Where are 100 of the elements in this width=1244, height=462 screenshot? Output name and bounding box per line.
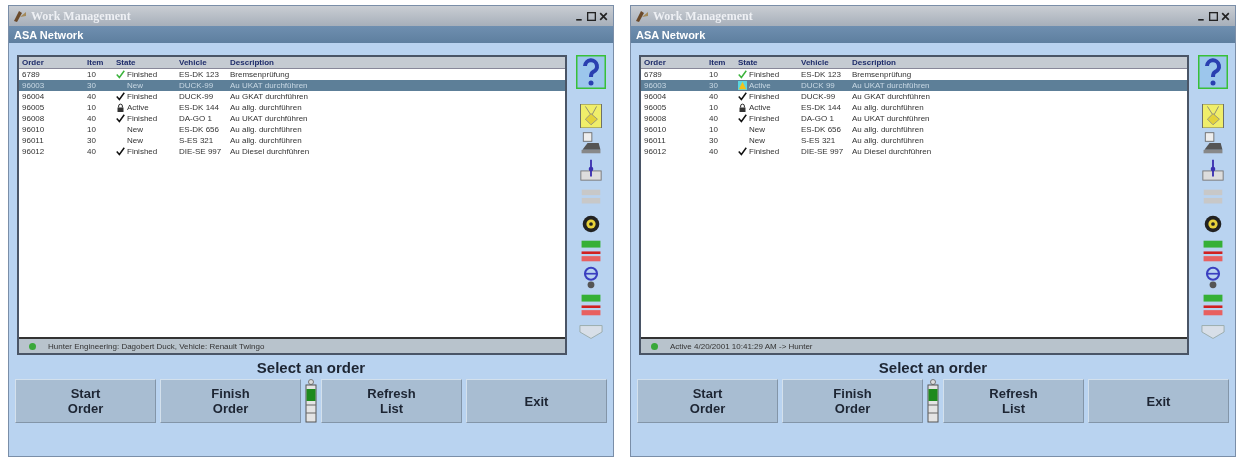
traffic-light-icon (927, 379, 939, 423)
table-cell-text: DUCK 99 (800, 81, 836, 90)
table-cell-text: Bremsenprüfung (229, 70, 291, 79)
app-icon (635, 9, 649, 23)
action-button[interactable]: Start Order (15, 379, 156, 423)
table-cell-text: 40 (86, 114, 97, 123)
maximize-icon[interactable] (586, 10, 597, 22)
table-cell-text: 30 (708, 81, 719, 90)
checkmark-icon (116, 113, 125, 123)
order-row[interactable]: 6789 10 Finished ES-DK 123 Bremsenprüfung (641, 69, 1187, 80)
column-header[interactable]: Description (227, 58, 565, 67)
order-row[interactable]: 96012 40 Finished DIE-SE 997 Au Diesel durchführen (641, 146, 1187, 157)
network-label: ASA Network (14, 28, 84, 41)
order-row[interactable]: 96011 30 New S-ES 321 Au allg. durchführen (641, 135, 1187, 146)
order-row[interactable]: 96010 10 New ES-DK 656 Au allg. durchführen (19, 124, 565, 135)
action-button[interactable]: Refresh List (943, 379, 1084, 423)
order-row[interactable]: 96005 10 Active ES-DK 144 Au allg. durchführen (19, 102, 565, 113)
help-icon[interactable] (1198, 55, 1228, 89)
column-header[interactable]: Description (849, 58, 1187, 67)
alignment-icon[interactable] (579, 158, 603, 182)
table-cell-text: 96012 (643, 147, 668, 156)
action-button[interactable]: Finish Order (160, 379, 301, 423)
column-header[interactable]: Order (19, 58, 84, 67)
column-header[interactable]: Vehicle (798, 58, 849, 67)
prompt-text: Select an order (877, 358, 989, 378)
table-cell-text: ES-DK 656 (178, 125, 221, 134)
checkmark-icon (738, 113, 747, 123)
table-cell-text: 30 (708, 136, 719, 145)
checkmark-icon (116, 91, 125, 101)
table-cell: Active (749, 103, 771, 112)
table-cell: Finished (749, 114, 780, 123)
table-cell-text: Au allg. durchführen (851, 136, 925, 145)
column-header[interactable]: Order (641, 58, 706, 67)
gauge-icon[interactable] (1201, 239, 1225, 263)
order-row[interactable]: 96005 10 Active ES-DK 144 Au allg. durchführen (641, 102, 1187, 113)
alignment-icon[interactable] (1201, 158, 1225, 182)
action-button[interactable]: Start Order (637, 379, 778, 423)
action-button[interactable]: Exit (466, 379, 607, 423)
order-row[interactable]: 96004 40 Finished DUCK-99 Au GKAT durchführen (19, 91, 565, 102)
column-header[interactable]: Item (706, 58, 735, 67)
close-icon[interactable] (1220, 10, 1231, 22)
traffic-light-icon (305, 379, 317, 423)
column-header[interactable]: Vehicle (176, 58, 227, 67)
table-cell-text: S-ES 321 (800, 136, 837, 145)
status-text: Active 4/20/2001 10:41:29 AM -> Hunter (670, 341, 813, 351)
order-row[interactable]: 96004 40 Finished DUCK-99 Au GKAT durchführen (641, 91, 1187, 102)
status-light-icon (651, 342, 658, 350)
column-header[interactable]: Item (84, 58, 113, 67)
help-icon[interactable] (576, 55, 606, 89)
table-cell-text: 6789 (643, 70, 663, 79)
checkmark-icon (116, 146, 125, 156)
table-cell-text: 96008 (21, 114, 46, 123)
table-cell-text: 40 (708, 114, 719, 123)
table-cell-text: Au UKAT durchführen (851, 114, 931, 123)
action-button[interactable]: Refresh List (321, 379, 462, 423)
table-cell-text: 96004 (21, 92, 46, 101)
table-cell-text: ES-DK 656 (800, 125, 843, 134)
table-cell: Finished (127, 70, 158, 79)
printer-icon[interactable] (1201, 131, 1225, 155)
action-button[interactable]: Exit (1088, 379, 1229, 423)
close-icon[interactable] (598, 10, 609, 22)
gauge-icon[interactable] (579, 293, 603, 317)
table-cell-text: 96005 (643, 103, 668, 112)
table-cell-text: DUCK-99 (178, 92, 215, 101)
table-cell-text: Au UKAT durchführen (229, 81, 309, 90)
tool-icon[interactable] (579, 104, 603, 128)
table-cell-text: DIE-SE 997 (178, 147, 223, 156)
order-row[interactable]: 96011 30 New S-ES 321 Au allg. durchführen (19, 135, 565, 146)
order-row[interactable]: 96008 40 Finished DA-GO 1 Au UKAT durchführen (641, 113, 1187, 124)
maximize-icon[interactable] (1208, 10, 1219, 22)
action-button[interactable]: Finish Order (782, 379, 923, 423)
table-cell-text: DUCK-99 (800, 92, 837, 101)
table-cell-text: Au allg. durchführen (229, 136, 303, 145)
table-cell-text: 40 (708, 147, 719, 156)
table-cell-text: 96003 (643, 81, 668, 90)
order-row[interactable]: 96012 40 Finished DIE-SE 997 Au Diesel durchführen (19, 146, 565, 157)
table-cell-text: 96010 (643, 125, 668, 134)
order-row[interactable]: 6789 10 Finished ES-DK 123 Bremsenprüfung (19, 69, 565, 80)
table-cell-text: Au allg. durchführen (851, 125, 925, 134)
column-header[interactable]: State (113, 58, 176, 67)
table-cell: Active (127, 103, 149, 112)
order-row[interactable]: 96010 10 New ES-DK 656 Au allg. durchführen (641, 124, 1187, 135)
gauge-icon[interactable] (579, 239, 603, 263)
table-cell-text: Bremsenprüfung (851, 70, 913, 79)
order-row[interactable]: 96008 40 Finished DA-GO 1 Au UKAT durchführen (19, 113, 565, 124)
window-title: Work Management (31, 8, 132, 24)
gauge-icon[interactable] (1201, 293, 1225, 317)
table-cell-text: ES-DK 123 (800, 70, 843, 79)
tool-icon[interactable] (1201, 104, 1225, 128)
column-header[interactable]: State (735, 58, 798, 67)
table-cell-text: 96003 (21, 81, 46, 90)
checkmark-icon (116, 69, 125, 79)
table-cell-text: 10 (86, 125, 97, 134)
table-cell: Finished (749, 147, 780, 156)
table-cell-text: ES-DK 144 (800, 103, 843, 112)
table-cell-text: Au GKAT durchführen (229, 92, 309, 101)
table-cell: New (749, 125, 765, 134)
printer-icon[interactable] (579, 131, 603, 155)
table-cell: Active (749, 81, 771, 90)
table-cell: New (127, 136, 143, 145)
